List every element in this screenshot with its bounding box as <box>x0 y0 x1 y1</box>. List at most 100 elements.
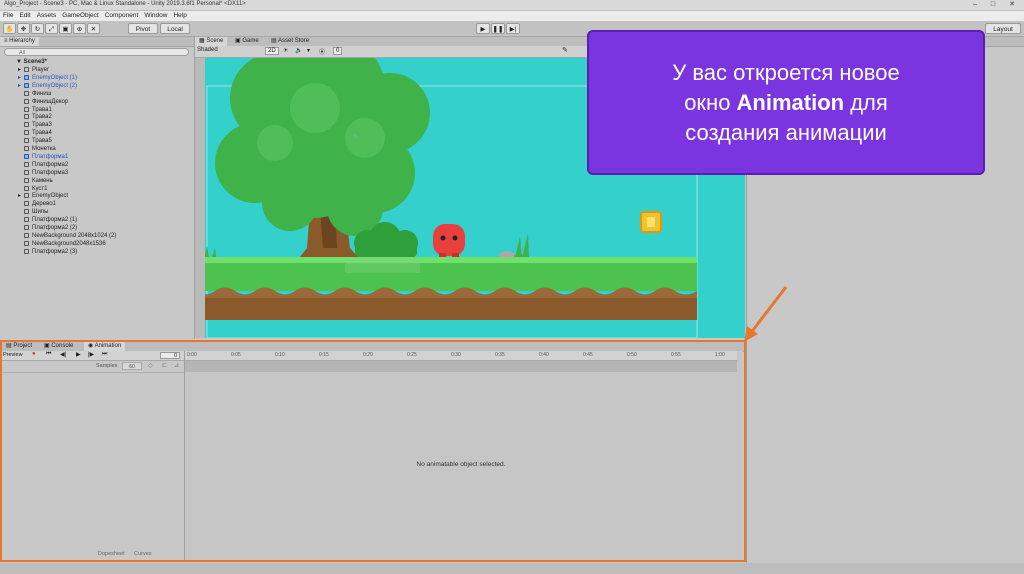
menu-help[interactable]: Help <box>170 11 189 21</box>
minimize-button[interactable]: – <box>968 0 982 10</box>
samples-field[interactable]: 60 <box>122 362 142 370</box>
first-key-icon[interactable]: ⏮ <box>46 351 51 358</box>
hierarchy-item[interactable]: Финиш <box>24 90 51 98</box>
hierarchy-item[interactable]: Монетка <box>24 145 56 153</box>
hierarchy-item-label: Камень <box>32 177 53 184</box>
gameobject-icon <box>24 169 29 175</box>
tab-curves[interactable]: Curves <box>134 551 151 557</box>
rotate-tool-icon[interactable]: ↻ <box>31 23 44 34</box>
hierarchy-item-label: Финиш <box>32 90 52 97</box>
hierarchy-item[interactable]: Трава5 <box>24 137 52 145</box>
tab-animation[interactable]: ◉ Animation <box>84 342 126 351</box>
filter-icon[interactable]: ⊿ <box>174 362 179 369</box>
timeline-tick-label: 0:30 <box>451 352 461 358</box>
hierarchy-item[interactable]: Шипы <box>24 208 48 216</box>
frame-field[interactable]: 0 <box>160 352 180 359</box>
gameobject-icon <box>24 185 29 191</box>
play-button[interactable]: ▶ <box>476 23 490 34</box>
gameobject-icon <box>24 225 29 230</box>
tab-scene[interactable]: ▦ Scene <box>195 37 228 46</box>
lighting-icon[interactable]: ☀ <box>283 47 288 54</box>
tab-console[interactable]: ▣ Console <box>40 342 77 351</box>
hierarchy-item-label: Трава4 <box>32 130 52 137</box>
layout-dropdown[interactable]: Layout <box>985 23 1021 34</box>
hierarchy-item[interactable]: Дерево1 <box>24 200 56 208</box>
hand-tool-icon[interactable]: ✋ <box>3 23 16 34</box>
hierarchy-item[interactable]: Трава1 <box>24 106 52 114</box>
hierarchy-item[interactable]: ▸ Player <box>18 66 49 74</box>
tab-dopesheet[interactable]: Dopesheet <box>98 551 125 557</box>
effects-icon[interactable]: ▾ <box>307 47 310 54</box>
preview-toggle[interactable]: Preview <box>3 352 23 358</box>
visibility-icon[interactable]: ⦿ <box>319 47 325 56</box>
hierarchy-item[interactable]: NewBackground 2048x1024 (2) <box>24 232 116 240</box>
gizmo-count[interactable]: 0 <box>333 47 343 55</box>
menu-edit[interactable]: Edit <box>16 11 33 21</box>
scene-root[interactable]: ▼ Scene3* <box>16 58 47 66</box>
layout-label: Layout <box>993 26 1013 33</box>
hierarchy-item[interactable]: Платформа2 (1) <box>24 216 77 224</box>
next-key-icon[interactable]: |▶ <box>88 351 94 358</box>
callout-line-1: У вас откроется новое <box>672 60 900 85</box>
hierarchy-item[interactable]: Платформа2 <box>24 161 68 169</box>
gameobject-icon <box>24 82 29 88</box>
gameobject-icon <box>24 201 29 207</box>
hierarchy-item[interactable]: Трава2 <box>24 113 52 121</box>
last-key-icon[interactable]: ⏭ <box>102 351 107 358</box>
tab-game[interactable]: ▣ Game <box>231 37 263 46</box>
timeline-tick-label: 0:50 <box>627 352 637 358</box>
hierarchy-item[interactable]: ФинишДекор <box>24 98 68 106</box>
menu-gameobject[interactable]: GameObject <box>59 11 102 21</box>
mode-2d-toggle[interactable]: 2D <box>265 47 279 55</box>
hierarchy-item-label: Куст1 <box>32 185 48 192</box>
hierarchy-item[interactable]: ▸ EnemyObject (1) <box>18 74 77 82</box>
add-keyframe-icon[interactable]: ◇ <box>148 362 153 369</box>
play-anim-icon[interactable]: ▶ <box>76 351 81 358</box>
add-event-icon[interactable]: ⊏ <box>162 362 167 369</box>
menu-assets[interactable]: Assets <box>34 11 60 21</box>
local-toggle[interactable]: Local <box>160 23 190 34</box>
rect-tool-icon[interactable]: ▣ <box>59 23 72 34</box>
menu-window[interactable]: Window <box>141 11 170 21</box>
menu-component[interactable]: Component <box>102 11 142 21</box>
highlight-arrow-icon <box>744 286 788 342</box>
tools-icon[interactable]: ✎ <box>562 46 568 54</box>
custom-tool-icon[interactable]: ✕ <box>87 23 100 34</box>
gameobject-icon <box>24 161 29 167</box>
hierarchy-item-label: Шипы <box>32 209 49 216</box>
hierarchy-item-label: Трава5 <box>32 138 52 145</box>
hierarchy-item[interactable]: ▸ EnemyObject (2) <box>18 82 78 90</box>
audio-icon[interactable]: 🔈 <box>295 47 302 54</box>
event-track[interactable] <box>185 361 737 372</box>
step-button[interactable]: ▶| <box>506 23 520 34</box>
hierarchy-item[interactable]: Платформа3 <box>24 169 68 177</box>
move-tool-icon[interactable]: ✥ <box>17 23 30 34</box>
hierarchy-search-input[interactable]: All <box>4 48 189 56</box>
maximize-button[interactable]: □ <box>986 0 1000 10</box>
transform-tool-icon[interactable]: ⊕ <box>73 23 86 34</box>
menu-file[interactable]: File <box>0 11 16 21</box>
hierarchy-item[interactable]: NewBackground2048x1536 <box>24 240 106 248</box>
animation-timeline-area[interactable] <box>185 351 743 560</box>
scale-tool-icon[interactable]: ⤢ <box>45 23 58 34</box>
tab-asset-store[interactable]: ▤ Asset Store <box>267 37 313 46</box>
hierarchy-item[interactable]: Трава3 <box>24 121 52 129</box>
shading-dropdown[interactable]: Shaded <box>197 47 218 53</box>
tab-project[interactable]: ▤ Project <box>2 342 36 351</box>
timeline-tick-label: 0:20 <box>363 352 373 358</box>
record-icon[interactable]: ● <box>32 351 36 357</box>
hierarchy-item[interactable]: Куст1 <box>24 185 48 193</box>
pivot-toggle[interactable]: Pivot <box>128 23 158 34</box>
timeline-ruler[interactable]: 0:00 0:05 0:10 0:15 0:20 0:25 0:30 0:35 0:40 0:45… <box>185 351 737 361</box>
hierarchy-item[interactable]: Трава4 <box>24 129 52 137</box>
hierarchy-item[interactable]: Платформа2 (2) <box>24 224 77 232</box>
close-button[interactable]: ✕ <box>1005 0 1019 10</box>
hierarchy-item[interactable]: ▸ EnemyObject <box>18 192 68 200</box>
prev-key-icon[interactable]: ◀| <box>60 351 66 358</box>
hierarchy-item-label: EnemyObject (2) <box>32 82 78 89</box>
tab-hierarchy[interactable]: ≡ Hierarchy <box>0 37 39 46</box>
hierarchy-item[interactable]: Камень <box>24 177 53 185</box>
pause-button[interactable]: ❚❚ <box>491 23 505 34</box>
hierarchy-item[interactable]: Платформа2 (3) <box>24 248 77 256</box>
hierarchy-item[interactable]: Платформа1 <box>24 153 68 161</box>
